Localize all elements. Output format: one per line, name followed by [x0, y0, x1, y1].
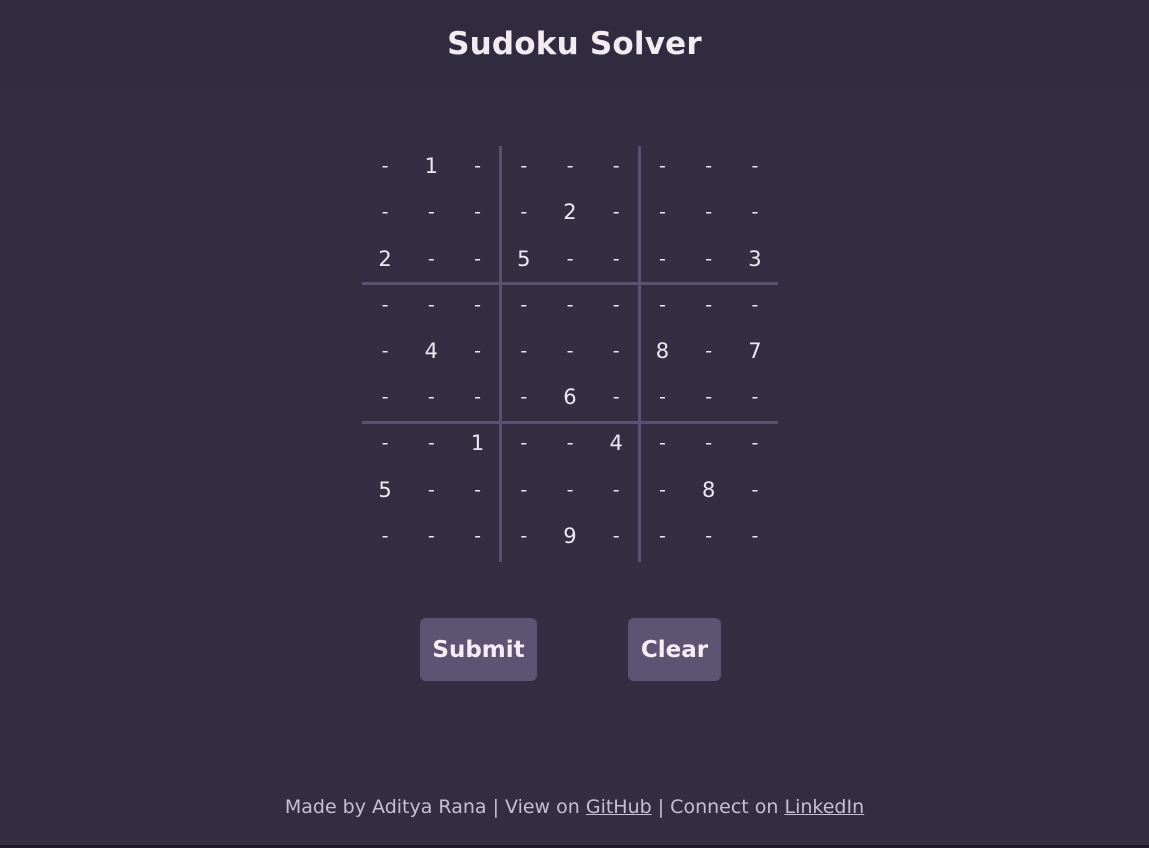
- sudoku-cell-r7-c2[interactable]: -: [408, 423, 454, 469]
- sudoku-cell-r2-c6[interactable]: -: [593, 192, 639, 238]
- sudoku-cell-r7-c9[interactable]: -: [732, 423, 778, 469]
- sudoku-cell-r8-c9[interactable]: -: [732, 470, 778, 516]
- sudoku-cell-r8-c7[interactable]: -: [639, 470, 685, 516]
- sudoku-cell-r6-c1[interactable]: -: [362, 377, 408, 423]
- sudoku-cell-r5-c3[interactable]: -: [454, 331, 500, 377]
- sudoku-cell-r6-c8[interactable]: -: [686, 377, 732, 423]
- sudoku-cell-r4-c9[interactable]: -: [732, 285, 778, 331]
- sudoku-cell-r5-c4[interactable]: -: [501, 331, 547, 377]
- sudoku-cell-r7-c8[interactable]: -: [686, 423, 732, 469]
- sudoku-cell-r3-c1[interactable]: 2: [362, 238, 408, 284]
- sudoku-cell-r6-c4[interactable]: -: [501, 377, 547, 423]
- sudoku-cell-r3-c5[interactable]: -: [547, 238, 593, 284]
- sudoku-cell-r1-c5[interactable]: -: [547, 146, 593, 192]
- sudoku-cell-r5-c6[interactable]: -: [593, 331, 639, 377]
- sudoku-cell-r8-c8[interactable]: 8: [686, 470, 732, 516]
- sudoku-cell-r4-c3[interactable]: -: [454, 285, 500, 331]
- sudoku-cell-r1-c6[interactable]: -: [593, 146, 639, 192]
- page-title: Sudoku Solver: [447, 26, 702, 62]
- grid-divider-horizontal-1: [362, 282, 778, 285]
- sudoku-cell-r4-c2[interactable]: -: [408, 285, 454, 331]
- sudoku-cell-r1-c4[interactable]: -: [501, 146, 547, 192]
- sudoku-board: -1-----------2----2--5----3----------4--…: [362, 146, 778, 562]
- sudoku-cell-r9-c5[interactable]: 9: [547, 516, 593, 562]
- sudoku-cell-r5-c9[interactable]: 7: [732, 331, 778, 377]
- sudoku-cell-r5-c8[interactable]: -: [686, 331, 732, 377]
- sudoku-cell-r8-c2[interactable]: -: [408, 470, 454, 516]
- sudoku-cell-r6-c2[interactable]: -: [408, 377, 454, 423]
- sudoku-cell-r1-c8[interactable]: -: [686, 146, 732, 192]
- sudoku-cell-r2-c2[interactable]: -: [408, 192, 454, 238]
- linkedin-link[interactable]: LinkedIn: [785, 796, 865, 818]
- footer: Made by Aditya Rana | View on GitHub | C…: [0, 796, 1149, 818]
- sudoku-cell-r3-c6[interactable]: -: [593, 238, 639, 284]
- app-header: Sudoku Solver: [0, 0, 1149, 88]
- sudoku-cell-r2-c3[interactable]: -: [454, 192, 500, 238]
- sudoku-cell-r1-c7[interactable]: -: [639, 146, 685, 192]
- sudoku-cell-r9-c6[interactable]: -: [593, 516, 639, 562]
- sudoku-cell-r7-c5[interactable]: -: [547, 423, 593, 469]
- sudoku-cell-r8-c6[interactable]: -: [593, 470, 639, 516]
- sudoku-cell-r6-c7[interactable]: -: [639, 377, 685, 423]
- sudoku-cell-r4-c5[interactable]: -: [547, 285, 593, 331]
- sudoku-cell-r9-c7[interactable]: -: [639, 516, 685, 562]
- sudoku-cell-r6-c5[interactable]: 6: [547, 377, 593, 423]
- sudoku-cell-r4-c6[interactable]: -: [593, 285, 639, 331]
- sudoku-cell-r7-c1[interactable]: -: [362, 423, 408, 469]
- footer-credit: Made by Aditya Rana: [284, 796, 487, 818]
- sudoku-cell-r5-c2[interactable]: 4: [408, 331, 454, 377]
- sudoku-cell-r2-c8[interactable]: -: [686, 192, 732, 238]
- sudoku-cell-r5-c5[interactable]: -: [547, 331, 593, 377]
- sudoku-cell-r9-c4[interactable]: -: [501, 516, 547, 562]
- sudoku-cell-r2-c5[interactable]: 2: [547, 192, 593, 238]
- sudoku-cell-r4-c1[interactable]: -: [362, 285, 408, 331]
- sudoku-cell-r1-c9[interactable]: -: [732, 146, 778, 192]
- sudoku-cell-r7-c3[interactable]: 1: [454, 423, 500, 469]
- sudoku-cell-r1-c1[interactable]: -: [362, 146, 408, 192]
- sudoku-cell-r8-c3[interactable]: -: [454, 470, 500, 516]
- grid-divider-vertical-2: [638, 146, 641, 562]
- sudoku-cell-r8-c1[interactable]: 5: [362, 470, 408, 516]
- sudoku-cell-r2-c7[interactable]: -: [639, 192, 685, 238]
- sudoku-cell-r1-c2[interactable]: 1: [408, 146, 454, 192]
- sudoku-cell-r2-c1[interactable]: -: [362, 192, 408, 238]
- sudoku-cell-r2-c9[interactable]: -: [732, 192, 778, 238]
- sudoku-cell-r5-c7[interactable]: 8: [639, 331, 685, 377]
- grid-divider-horizontal-2: [362, 421, 778, 424]
- sudoku-cell-r3-c9[interactable]: 3: [732, 238, 778, 284]
- sudoku-cell-r9-c1[interactable]: -: [362, 516, 408, 562]
- sudoku-cell-r9-c8[interactable]: -: [686, 516, 732, 562]
- footer-separator-linkedin: | Connect on: [651, 796, 785, 818]
- sudoku-cell-r4-c8[interactable]: -: [686, 285, 732, 331]
- sudoku-cell-r5-c1[interactable]: -: [362, 331, 408, 377]
- sudoku-cell-r6-c9[interactable]: -: [732, 377, 778, 423]
- footer-separator-github: | View on: [486, 796, 586, 818]
- sudoku-cell-r3-c2[interactable]: -: [408, 238, 454, 284]
- sudoku-cell-r7-c7[interactable]: -: [639, 423, 685, 469]
- sudoku-cell-r4-c7[interactable]: -: [639, 285, 685, 331]
- clear-button[interactable]: Clear: [628, 618, 721, 681]
- sudoku-cell-r2-c4[interactable]: -: [501, 192, 547, 238]
- sudoku-cell-r7-c4[interactable]: -: [501, 423, 547, 469]
- sudoku-cell-r4-c4[interactable]: -: [501, 285, 547, 331]
- grid-divider-vertical-1: [499, 146, 502, 562]
- submit-button[interactable]: Submit: [420, 618, 537, 681]
- sudoku-cell-r8-c4[interactable]: -: [501, 470, 547, 516]
- action-buttons: Submit Clear: [0, 618, 1149, 681]
- sudoku-cell-r1-c3[interactable]: -: [454, 146, 500, 192]
- sudoku-cell-r3-c4[interactable]: 5: [501, 238, 547, 284]
- sudoku-cell-r8-c5[interactable]: -: [547, 470, 593, 516]
- sudoku-cell-r6-c6[interactable]: -: [593, 377, 639, 423]
- sudoku-cell-r7-c6[interactable]: 4: [593, 423, 639, 469]
- sudoku-cell-r3-c3[interactable]: -: [454, 238, 500, 284]
- sudoku-cell-r3-c7[interactable]: -: [639, 238, 685, 284]
- sudoku-cell-r9-c3[interactable]: -: [454, 516, 500, 562]
- sudoku-cell-r3-c8[interactable]: -: [686, 238, 732, 284]
- sudoku-cell-r9-c2[interactable]: -: [408, 516, 454, 562]
- sudoku-cell-r9-c9[interactable]: -: [732, 516, 778, 562]
- github-link[interactable]: GitHub: [586, 796, 652, 818]
- sudoku-cell-r6-c3[interactable]: -: [454, 377, 500, 423]
